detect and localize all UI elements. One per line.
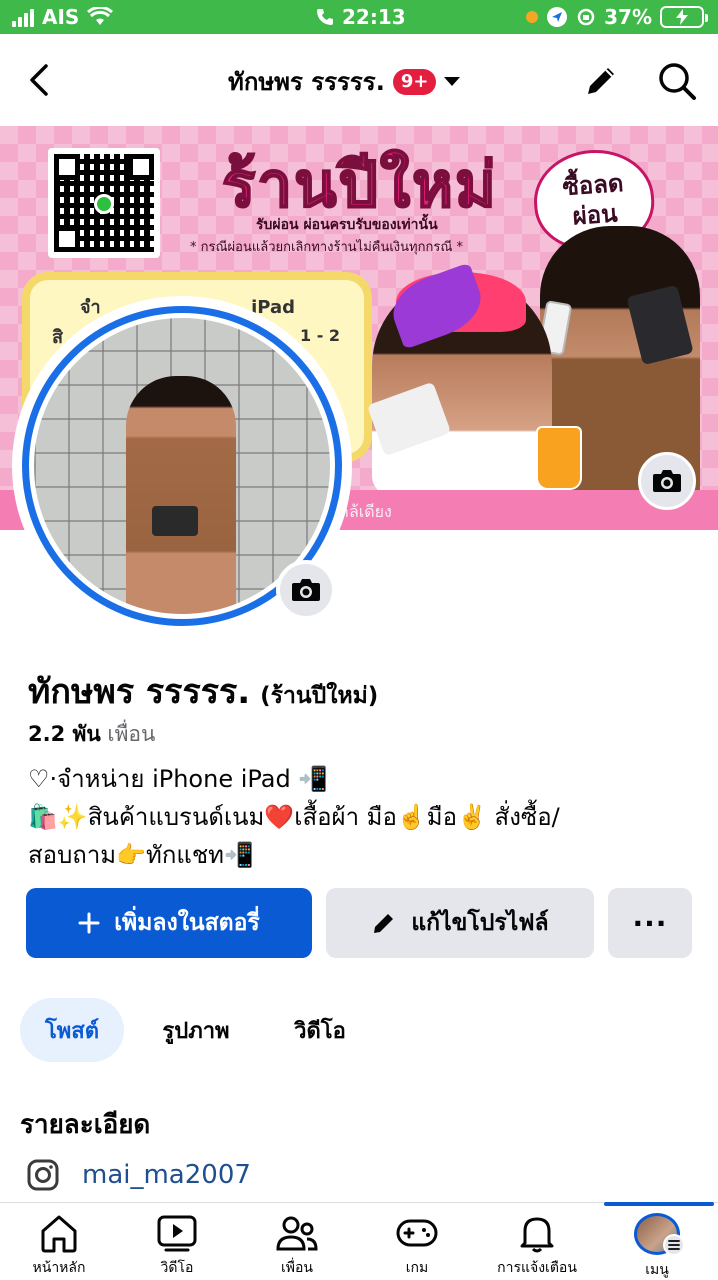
nav-home-label: หน้าหลัก [32,1260,86,1276]
bio-line-2: 🛍️✨สินค้าแบรนด์เนม❤️เสื้อผ้า มือ☝️มือ✌️ … [28,803,560,831]
status-right: 37% [526,5,708,29]
bio-line-1: ♡·จำหน่าย iPhone iPad 📲 [28,765,329,793]
camera-icon [292,579,320,601]
edit-cover-button[interactable] [638,452,696,510]
profile-bio: ♡·จำหน่าย iPhone iPad 📲 🛍️✨สินค้าแบรนด์เ… [28,760,708,874]
wifi-icon [87,7,114,25]
status-left: AIS [12,5,114,29]
location-icon [547,7,568,27]
nav-menu[interactable]: เมนู [598,1203,716,1280]
search-icon [659,63,696,100]
more-options-button[interactable]: ··· [608,888,692,958]
header-title: ทักษพร รรรรร. [228,68,385,96]
back-button[interactable] [22,58,62,102]
menu-avatar [634,1213,685,1256]
clock: 22:13 [342,5,406,29]
phone-call-icon [317,9,333,25]
nav-gaming-label: เกม [405,1260,429,1276]
tab-photos[interactable]: รูปภาพ [140,998,252,1062]
profile-name: ทักษพร รรรรร. [28,672,251,712]
add-to-story-button[interactable]: เพิ่มลงในสตอรี่ [26,888,312,958]
nav-gaming[interactable]: เกม [358,1203,476,1280]
home-icon [41,1215,77,1253]
top-navigation: ทักษพร รรรรร. 9+ [0,34,718,126]
nav-video[interactable]: วิดีโอ [118,1203,236,1280]
friends-label: เพื่อน [107,722,156,746]
more-dots-icon: ··· [632,906,668,940]
active-tab-indicator [604,1202,714,1206]
edit-profile-button[interactable]: แก้ไขโปรไฟล์ [326,888,594,958]
details-heading: รายละเอียด [20,1110,151,1140]
status-center: 22:13 [316,5,406,29]
signal-icon [12,7,34,27]
instagram-handle: mai_ma2007 [82,1160,251,1190]
mic-indicator-icon [526,11,539,23]
notification-badge: 9+ [392,68,437,95]
line-logo-icon [94,194,114,214]
profile-person [126,376,236,614]
profile-name-row: ทักษพร รรรรร. (ร้านปีใหม่) [28,664,378,718]
profile-switcher[interactable]: ทักษพร รรรรร. 9+ [228,62,461,101]
friends-count-link[interactable]: 2.2 พัน เพื่อน [28,718,155,751]
bio-line-3: สอบถาม👉ทักแชท📲 [28,841,254,869]
chevron-left-icon [30,64,48,96]
menu-lines-icon [663,1234,685,1256]
nav-menu-label: เมนู [645,1262,669,1278]
carrier-label: AIS [42,5,80,29]
nav-home[interactable]: หน้าหลัก [0,1203,118,1280]
search-button[interactable] [656,60,698,102]
battery-icon [660,6,708,28]
battery-percent: 37% [604,5,652,29]
tab-posts[interactable]: โพสต์ [20,998,124,1062]
heart-line-1: ซื้อลด [561,168,625,202]
nav-video-label: วิดีโอ [160,1260,194,1276]
pencil-icon [374,914,394,933]
qr-code [48,148,160,258]
edit-button[interactable] [582,62,620,100]
tab-videos[interactable]: วิดีโอ [274,998,366,1062]
plus-icon [78,912,100,934]
nav-notifications[interactable]: การแจ้งเตือน [478,1203,596,1280]
nav-friends-label: เพื่อน [281,1260,313,1276]
edit-profile-label: แก้ไขโปรไฟล์ [411,910,549,936]
frame-text-3: 1 - 2 [300,326,341,345]
handbag-image [152,506,198,536]
friends-icon [276,1216,318,1251]
add-to-story-label: เพิ่มลงในสตอรี่ [114,910,260,936]
edit-profile-picture-button[interactable] [276,560,336,620]
rotation-lock-icon [577,8,595,26]
video-icon [157,1215,197,1252]
gaming-icon [396,1219,438,1247]
cover-subtitle-2: * กรณีผ่อนแล้วยกเลิกทางร้านไม่คืนเงินทุก… [190,240,464,255]
nav-notifications-label: การแจ้งเตือน [497,1260,577,1276]
pencil-icon [588,68,614,94]
caret-down-icon [444,77,461,86]
bell-icon [520,1217,554,1253]
cover-subtitle-1: รับผ่อน ผ่อนครบรับของเท่านั้น [256,217,438,233]
friends-count: 2.2 พัน [28,722,101,746]
bottom-navigation: หน้าหลัก วิดีโอ เพื่อน เกม การแจ้งเตือน … [0,1202,718,1280]
alternate-name: (ร้านปีใหม่) [260,683,379,709]
status-bar: AIS 22:13 37% [0,0,718,34]
instagram-link[interactable]: mai_ma2007 [26,1158,251,1192]
nav-friends[interactable]: เพื่อน [238,1203,356,1280]
juice-cup-image [536,426,582,490]
cover-caption: าล้เดียง [340,502,392,521]
camera-icon [653,470,681,492]
instagram-icon [27,1159,59,1191]
